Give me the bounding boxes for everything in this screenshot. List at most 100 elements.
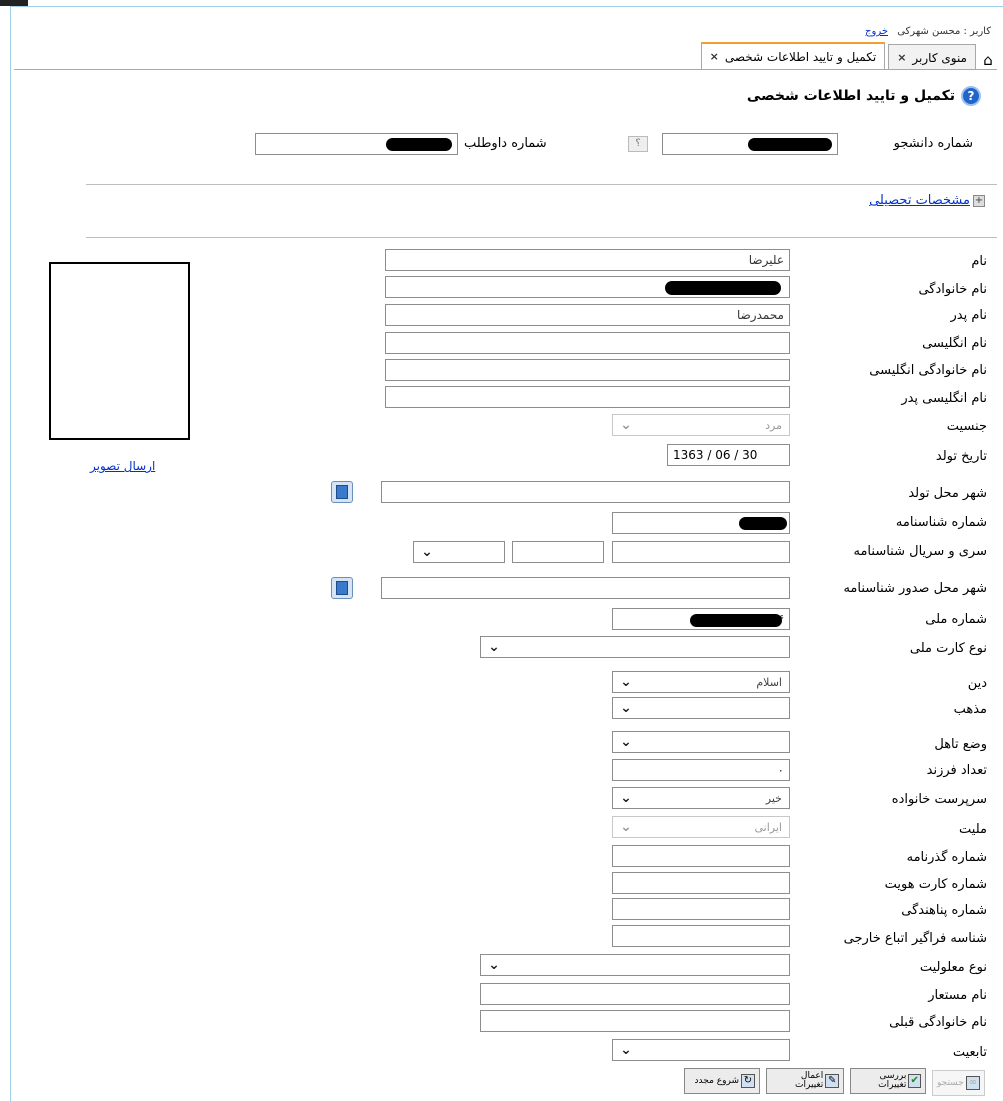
id-series-select[interactable]: ⌄: [413, 541, 505, 563]
id-serial-field-2[interactable]: [512, 541, 604, 563]
chevron-down-icon: ⌄: [421, 544, 433, 560]
religion-value: اسلام: [756, 675, 782, 689]
chevron-down-icon: ⌄: [620, 1042, 632, 1058]
gender-value: مرد: [765, 418, 782, 432]
checkmark-icon: ✔: [908, 1074, 921, 1088]
section-academic[interactable]: + مشخصات تحصیلی: [869, 193, 985, 208]
gender-select[interactable]: مرد ⌄: [612, 414, 790, 436]
en-name-field[interactable]: [385, 332, 790, 354]
chevron-down-icon: ⌄: [488, 957, 500, 973]
guardian-select[interactable]: خیر ⌄: [612, 787, 790, 809]
religion-label: دین: [967, 676, 987, 691]
expand-icon[interactable]: +: [973, 194, 985, 207]
en-last-name-field[interactable]: [385, 359, 790, 381]
user-label: کاربر : محسن شهرکی: [897, 26, 991, 37]
close-icon[interactable]: ×: [897, 46, 906, 70]
divider: [86, 184, 997, 185]
refresh-icon: ↻: [741, 1074, 755, 1088]
help-icon[interactable]: ?: [961, 86, 981, 106]
children-label: تعداد فرزند: [926, 763, 987, 778]
refugee-field[interactable]: [612, 898, 790, 920]
sect-label: مذهب: [953, 702, 987, 717]
id-series-label: سری و سریال شناسنامه: [853, 544, 988, 559]
birth-date-label: تاریخ تولد: [935, 449, 987, 464]
frame-border-top: [10, 6, 1003, 7]
citizenship-select[interactable]: ⌄: [612, 1039, 790, 1061]
en-name-label: نام انگلیسی: [922, 336, 987, 351]
alias-field[interactable]: [480, 983, 790, 1005]
marital-label: وضع تاهل: [934, 737, 987, 752]
chevron-down-icon: ⌄: [620, 790, 632, 806]
nationality-select[interactable]: ایرانی ⌄: [612, 816, 790, 838]
id-serial-field[interactable]: [612, 541, 790, 563]
redaction: [690, 614, 782, 627]
binoculars-icon: ∞: [965, 1076, 980, 1090]
apply-changes-button[interactable]: ✎ اعمال تغییرات: [766, 1068, 844, 1094]
tab-bar: ⌂ منوی کاربر × تکمیل و تایید اطلاعات شخص…: [700, 42, 997, 70]
lookup-book-icon[interactable]: [331, 481, 353, 503]
tab-user-menu[interactable]: منوی کاربر ×: [888, 44, 976, 70]
query-button[interactable]: ؟: [628, 136, 648, 152]
frame-border-left: [10, 6, 11, 1101]
review-changes-button[interactable]: ✔ بررسی تغییرات: [850, 1068, 926, 1094]
alias-label: نام مستعار: [928, 988, 987, 1003]
lookup-book-icon[interactable]: [331, 577, 353, 599]
religion-select[interactable]: اسلام ⌄: [612, 671, 790, 693]
close-icon[interactable]: ×: [710, 45, 719, 69]
applicant-no-label: شماره داوطلب: [464, 136, 547, 151]
father-name-label: نام پدر: [950, 308, 987, 323]
last-name-label: نام خانوادگی: [918, 282, 987, 297]
citizenship-label: تابعیت: [952, 1045, 987, 1060]
photo-box: [49, 262, 190, 440]
foreign-id-field[interactable]: [612, 925, 790, 947]
foreign-id-label: شناسه فراگیر اتباع خارجی: [843, 931, 987, 946]
en-father-field[interactable]: [385, 386, 790, 408]
id-no-label: شماره شناسنامه: [895, 515, 987, 530]
issue-city-label: شهر محل صدور شناسنامه: [843, 581, 987, 596]
en-last-name-label: نام خانوادگی انگلیسی: [869, 363, 987, 378]
user-info: کاربر : محسن شهرکی خروج: [865, 26, 991, 37]
id-no-field[interactable]: [612, 512, 790, 534]
card-type-label: نوع کارت ملی: [909, 641, 987, 656]
page-title-text: تکمیل و تایید اطلاعات شخصی: [746, 88, 955, 104]
en-father-label: نام انگلیسی پدر: [901, 391, 987, 406]
children-field[interactable]: ۰: [612, 759, 790, 781]
academic-info-link[interactable]: مشخصات تحصیلی: [869, 193, 970, 208]
id-card-field[interactable]: [612, 872, 790, 894]
search-button[interactable]: ∞ جستجو: [932, 1070, 985, 1096]
pen-icon: ✎: [825, 1074, 839, 1088]
nationality-label: ملیت: [959, 822, 987, 837]
birth-date-field[interactable]: 1363 / 06 / 30: [667, 444, 790, 466]
divider: [86, 237, 997, 238]
tab-personal-info[interactable]: تکمیل و تایید اطلاعات شخصی ×: [700, 42, 886, 70]
birth-city-field[interactable]: [381, 481, 790, 503]
issue-city-field[interactable]: [381, 577, 790, 599]
gender-label: جنسیت: [946, 419, 987, 434]
chevron-down-icon: ⌄: [620, 734, 632, 750]
chevron-down-icon: ⌄: [620, 700, 632, 716]
birth-city-label: شهر محل تولد: [908, 486, 987, 501]
refugee-label: شماره پناهندگی: [901, 903, 987, 918]
prev-last-name-label: نام خانوادگی قبلی: [889, 1015, 987, 1030]
sect-select[interactable]: ⌄: [612, 697, 790, 719]
prev-last-name-field[interactable]: [480, 1010, 790, 1032]
student-no-field[interactable]: [662, 133, 838, 155]
nationality-value: ایرانی: [754, 820, 782, 834]
chevron-down-icon: ⌄: [620, 417, 632, 433]
first-name-field[interactable]: علیرضا: [385, 249, 790, 271]
guardian-value: خیر: [765, 791, 782, 805]
send-photo-link[interactable]: ارسال تصویر: [90, 459, 155, 473]
disability-select[interactable]: ⌄: [480, 954, 790, 976]
restart-button[interactable]: ↻ شروع مجدد: [684, 1068, 760, 1094]
applicant-no-field[interactable]: [255, 133, 458, 155]
father-name-field[interactable]: محمدرضا: [385, 304, 790, 326]
passport-field[interactable]: [612, 845, 790, 867]
marital-select[interactable]: ⌄: [612, 731, 790, 753]
card-type-select[interactable]: ⌄: [480, 636, 790, 658]
logout-link[interactable]: خروج: [865, 26, 888, 37]
guardian-label: سرپرست خانواده: [891, 792, 987, 807]
home-icon[interactable]: ⌂: [979, 50, 997, 70]
chevron-down-icon: ⌄: [620, 674, 632, 690]
national-id-label: شماره ملی: [925, 612, 987, 627]
last-name-field[interactable]: [385, 276, 790, 298]
